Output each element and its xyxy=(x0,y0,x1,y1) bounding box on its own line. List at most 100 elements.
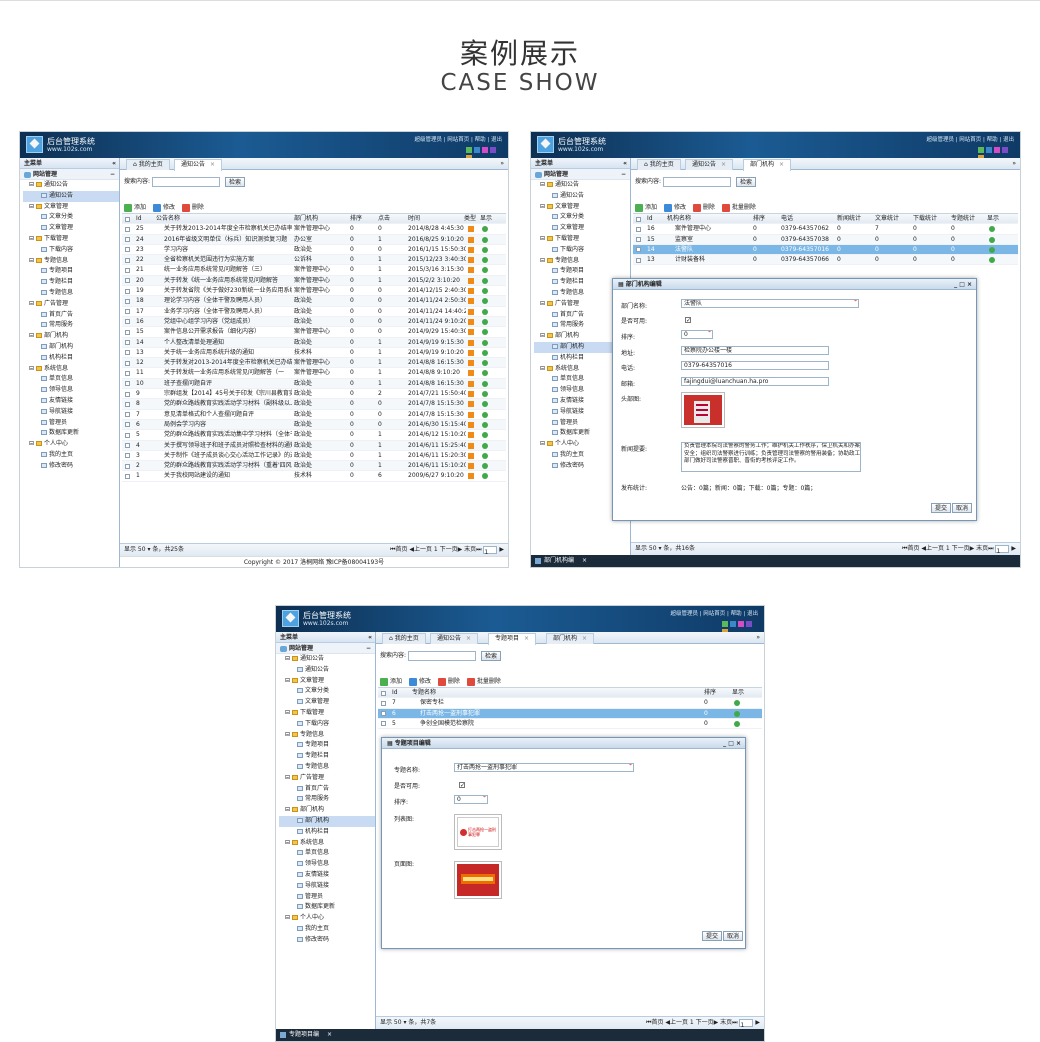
pager[interactable]: ⏮首页 ◀上一页 1 下一页▶ 末页⏭ 1 ▶ xyxy=(902,543,1016,555)
sidebar-item[interactable]: 专题栏目 xyxy=(23,277,119,288)
delete-button[interactable]: 删除 xyxy=(181,203,204,212)
available-checkbox[interactable]: ✓ xyxy=(459,782,465,789)
sidebar-group[interactable]: ⊟ 通知公告 xyxy=(23,180,119,191)
chevron-down-icon[interactable]: » xyxy=(1012,160,1016,167)
table-row[interactable]: 18 理论学习内容（全体干警及聘用人员） 政治处 0 0 2014/11/24 2:50:… xyxy=(122,296,506,307)
column-header[interactable]: 点击 xyxy=(378,214,390,224)
sidebar-item[interactable]: 文章管理 xyxy=(23,223,119,234)
check-icon[interactable] xyxy=(482,370,488,377)
add-button[interactable]: 添加 xyxy=(380,677,402,686)
table-row[interactable]: 7 保密专栏 0 xyxy=(378,698,762,709)
row-checkbox[interactable] xyxy=(125,370,130,376)
table-row[interactable]: 5 争创全国模范检察院 0 xyxy=(378,719,762,730)
row-checkbox[interactable] xyxy=(125,319,130,325)
sidebar-item[interactable]: 文章分类 xyxy=(534,212,630,223)
theme-swatches[interactable] xyxy=(976,147,1012,161)
sidebar-group[interactable]: ⊟ 个人中心 xyxy=(23,439,119,450)
dept-name-field[interactable]: 法警队 * xyxy=(681,299,859,308)
row-checkbox[interactable] xyxy=(125,360,130,366)
table-row[interactable]: 13 关于统一业务应用系统升级的通知 技术科 0 1 2014/9/19 9:10:20 xyxy=(122,348,506,359)
table-row[interactable]: 7 意见清单格式和个人查摆问题自评 政治处 0 0 2014/7/8 15:15:30 xyxy=(122,410,506,420)
check-icon[interactable] xyxy=(482,391,488,398)
collapse-icon[interactable]: « xyxy=(112,158,116,169)
collapse-toggle-icon[interactable]: ⊟ xyxy=(540,300,547,307)
sidebar-item[interactable]: 友情链接 xyxy=(279,870,375,881)
sidebar-item[interactable]: 文章分类 xyxy=(23,212,119,223)
sidebar-item[interactable]: 下载内容 xyxy=(23,245,119,256)
row-checkbox[interactable] xyxy=(381,721,386,727)
sidebar-section[interactable]: 网站管理 − xyxy=(276,643,375,654)
table-row[interactable]: 6 打击两抢一盗刑事犯罪 0 xyxy=(378,708,762,719)
column-header[interactable]: 显示 xyxy=(987,214,999,224)
table-row[interactable]: 10 班子查摆问题自评 政治处 0 1 2014/8/8 16:15:30 xyxy=(122,378,506,390)
row-checkbox[interactable] xyxy=(125,257,130,263)
check-icon[interactable] xyxy=(734,720,740,727)
sidebar-group[interactable]: ⊟ 下载管理 xyxy=(279,708,375,719)
sidebar-group[interactable]: ⊟ 个人中心 xyxy=(279,913,375,924)
theme-swatch[interactable] xyxy=(746,621,752,627)
sidebar-group[interactable]: ⊟ 下载管理 xyxy=(534,234,630,245)
check-icon[interactable] xyxy=(482,298,488,305)
sidebar-item[interactable]: 专题信息 xyxy=(279,762,375,773)
row-checkbox[interactable] xyxy=(636,237,641,243)
collapse-toggle-icon[interactable]: ⊟ xyxy=(285,914,292,921)
row-checkbox[interactable] xyxy=(125,329,130,335)
table-row[interactable]: 14 个人整改清单处理通知 政治处 0 1 2014/9/19 9:15:30 xyxy=(122,337,506,348)
theme-swatch[interactable] xyxy=(978,147,984,153)
column-header[interactable]: 时间 xyxy=(408,214,420,224)
close-icon[interactable]: × xyxy=(466,635,471,642)
sidebar-group[interactable]: ⊟ 专题信息 xyxy=(534,256,630,267)
table-row[interactable]: 15 监察室 0 0379-64357038 0 0 0 0 xyxy=(633,234,1018,245)
close-icon[interactable]: × xyxy=(210,161,215,168)
tab-topics[interactable]: 专题项目 × xyxy=(488,633,537,645)
collapse-toggle-icon[interactable]: ⊟ xyxy=(540,365,547,372)
cancel-button[interactable]: 取消 xyxy=(952,503,973,513)
sidebar-group[interactable]: ⊟ 广告管理 xyxy=(279,773,375,784)
sidebar-item[interactable]: 导航链接 xyxy=(23,407,119,418)
tab-home[interactable]: ⌂ 我的主页 xyxy=(126,159,170,170)
batch-delete-button[interactable]: 批量删除 xyxy=(466,677,501,686)
sidebar-item[interactable]: 部门机构 xyxy=(23,342,119,353)
sidebar-item[interactable]: 导航链接 xyxy=(279,881,375,892)
row-checkbox[interactable] xyxy=(125,350,130,356)
tab-departments[interactable]: 部门机构 × xyxy=(743,159,792,171)
column-header[interactable]: Id xyxy=(136,214,142,224)
sidebar-item[interactable]: 修改密码 xyxy=(279,935,375,946)
column-header[interactable]: 排序 xyxy=(753,214,765,224)
row-checkbox[interactable] xyxy=(125,298,130,304)
sidebar-item[interactable]: 单页信息 xyxy=(23,374,119,385)
theme-swatch[interactable] xyxy=(474,147,480,153)
collapse-toggle-icon[interactable]: ⊟ xyxy=(29,332,36,339)
row-checkbox[interactable] xyxy=(125,309,130,315)
sidebar-item[interactable]: 下载内容 xyxy=(279,719,375,730)
email-field[interactable]: fajingdui@luanchuan.ha.pro xyxy=(681,377,829,386)
delete-button[interactable]: 删除 xyxy=(692,203,715,212)
check-icon[interactable] xyxy=(482,421,488,428)
table-row[interactable]: 22 全省检察机关范围违行为实施方案 公诉科 0 1 2015/12/23 3:40:30 xyxy=(122,255,506,266)
check-icon[interactable] xyxy=(482,380,488,387)
check-icon[interactable] xyxy=(482,411,488,418)
column-header[interactable]: 显示 xyxy=(480,214,492,224)
select-all-checkbox[interactable] xyxy=(636,216,641,222)
theme-swatch[interactable] xyxy=(1002,147,1008,153)
list-image[interactable]: 打击两抢一盗刑事犯罪 xyxy=(454,814,502,850)
sidebar-item[interactable]: 下载内容 xyxy=(534,245,630,256)
check-icon[interactable] xyxy=(482,329,488,336)
tab-departments[interactable]: 部门机构 × xyxy=(546,633,595,644)
theme-swatch[interactable] xyxy=(482,147,488,153)
table-row[interactable]: 6 局例会学习内容 政治处 0 0 2014/6/30 15:15:40 xyxy=(122,419,506,431)
tab-notices[interactable]: 通知公告 × xyxy=(685,159,734,170)
row-checkbox[interactable] xyxy=(125,391,130,397)
check-icon[interactable] xyxy=(482,349,488,356)
edit-button[interactable]: 修改 xyxy=(152,203,175,212)
column-header[interactable]: 排序 xyxy=(704,688,716,698)
header-links[interactable]: 超级管理员 | 网站首页 | 帮助 | 退出 xyxy=(414,135,502,143)
table-row[interactable]: 25 关于转发2013-2014年度全市检察机关已办结率 案件管理中心 0 0 2014/… xyxy=(122,224,506,235)
sidebar-group[interactable]: ⊟ 文章管理 xyxy=(534,202,630,213)
check-icon[interactable] xyxy=(482,360,488,367)
sidebar-group[interactable]: ⊟ 文章管理 xyxy=(279,676,375,687)
sidebar-item[interactable]: 数据库更新 xyxy=(279,902,375,913)
delete-button[interactable]: 删除 xyxy=(437,677,460,686)
column-header[interactable]: 排序 xyxy=(350,214,362,224)
sidebar-item[interactable]: 单页信息 xyxy=(279,848,375,859)
